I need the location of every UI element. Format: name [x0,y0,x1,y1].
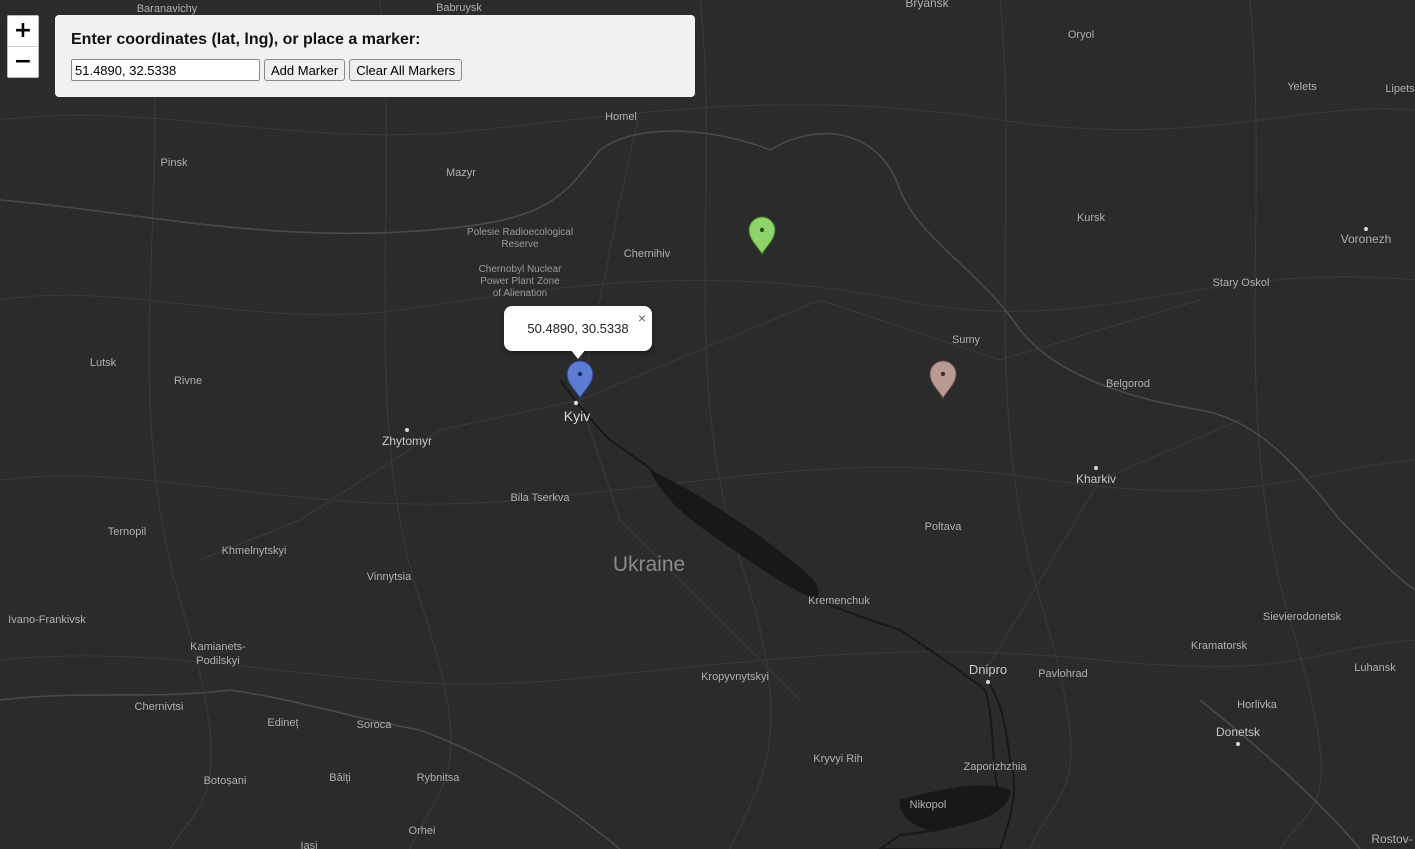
city-label: Kamianets- [190,641,246,653]
city-label: Dnipro [969,662,1007,677]
city-label: Vinnytsia [367,571,412,583]
city-label: Kursk [1077,212,1106,224]
city-label: Zhytomyr [382,434,432,448]
city-label: Rivne [174,375,202,387]
zoom-control: + − [7,15,39,78]
city-label: Orhei [409,825,436,837]
city-label: Voronezh [1341,232,1392,246]
city-dot-voronezh [1364,227,1368,231]
city-label: Botoșani [204,775,247,787]
city-label: Kyiv [564,408,590,424]
area-label: Power Plant Zone [480,276,560,287]
city-dot-dnipro [986,680,990,684]
city-label: Edineț [267,717,298,729]
map-canvas[interactable]: Ukraine Baranavichy Babruysk Bryansk Ory… [0,0,1415,849]
country-label: Ukraine [613,553,685,576]
city-label: Sumy [952,334,981,346]
city-label: Poltava [925,521,963,533]
city-dot-zhytomyr [405,428,409,432]
city-label: Sievierodonetsk [1263,611,1342,623]
map-background [0,0,1415,849]
coordinates-input[interactable] [71,59,260,81]
city-label: Ivano-Frankivsk [8,614,86,626]
map-svg: Ukraine Baranavichy Babruysk Bryansk Ory… [0,0,1415,849]
zoom-out-button[interactable]: − [8,46,38,77]
panel-title: Enter coordinates (lat, lng), or place a… [71,31,421,48]
city-label: Iasi [300,840,317,849]
city-label: Homel [605,111,637,123]
city-label: Lipets [1385,83,1415,95]
city-label: Stary Oskol [1213,277,1270,289]
city-dot-donetsk [1236,742,1240,746]
city-label: Luhansk [1354,662,1396,674]
city-label: Ternopil [108,526,147,538]
city-label: Rybnitsa [417,772,461,784]
city-label: Kropyvnytskyi [701,671,769,683]
city-label: Zaporizhzhia [964,761,1028,773]
city-label: Khmelnytskyi [222,545,287,557]
city-label: Bălți [329,772,350,784]
city-label: Horlivka [1237,699,1278,711]
panel-row: Add Marker Clear All Markers [71,59,679,81]
popup-text: 50.4890, 30.5338 [527,321,629,336]
popup-tip [570,349,586,359]
zoom-in-button[interactable]: + [8,16,38,46]
city-label: Podilskyi [196,655,239,667]
city-label: Kharkiv [1076,472,1116,486]
area-label: Reserve [501,239,539,250]
area-label: Chernobyl Nuclear [479,264,562,275]
city-label: Donetsk [1216,725,1261,739]
city-label: Rostov- [1371,832,1412,846]
city-dot-kharkiv [1094,466,1098,470]
marker-popup: 50.4890, 30.5338 × [504,306,652,359]
area-label: of Alienation [493,288,548,299]
city-label: Bila Tserkva [510,492,570,504]
add-marker-button[interactable]: Add Marker [264,59,346,81]
city-label: Oryol [1068,29,1094,41]
city-label: Soroca [357,719,393,731]
city-label: Babruysk [436,2,482,14]
city-label: Nikopol [910,799,947,811]
clear-markers-button[interactable]: Clear All Markers [349,59,463,81]
city-label: Belgorod [1106,378,1150,390]
city-label: Yelets [1287,81,1317,93]
coordinate-control-panel: Enter coordinates (lat, lng), or place a… [55,15,695,97]
city-label: Pinsk [161,157,188,169]
city-label: Kryvyi Rih [813,753,863,765]
area-label: Polesie Radioecological [467,227,573,238]
city-label: Kremenchuk [808,595,870,607]
city-label: Pavlohrad [1038,668,1088,680]
city-label: Mazyr [446,167,476,179]
city-label: Baranavichy [137,3,198,15]
popup-close-icon[interactable]: × [638,311,646,325]
city-label: Chernihiv [624,248,671,260]
city-label: Lutsk [90,357,117,369]
city-dot-kyiv [573,400,579,406]
city-label: Bryansk [905,0,949,10]
city-label: Kramatorsk [1191,640,1248,652]
city-label: Chernivtsi [135,701,184,713]
